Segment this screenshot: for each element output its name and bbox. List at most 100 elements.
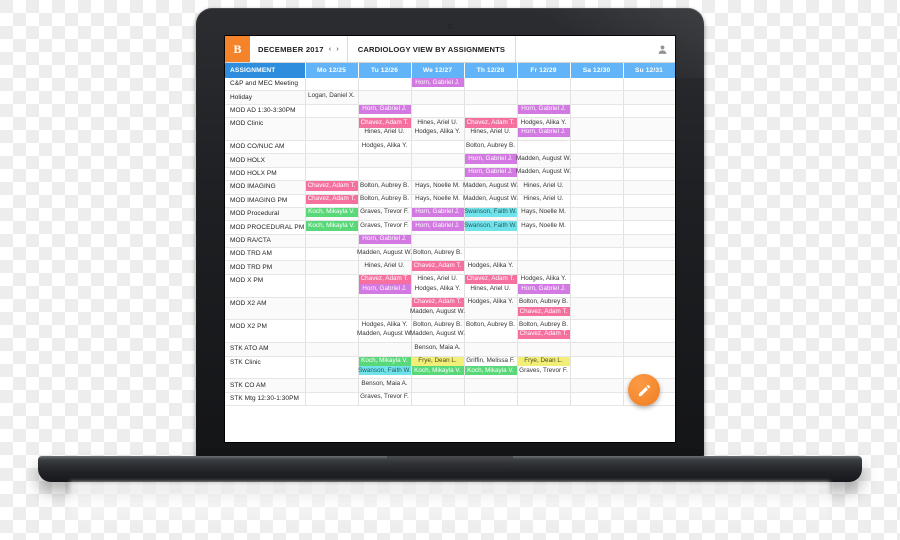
schedule-cell[interactable]: Hines, Ariel U. — [358, 260, 412, 275]
next-month-icon[interactable]: › — [336, 45, 339, 53]
schedule-cell[interactable]: Bolton, Aubrey B. Chavez, Adam T. — [517, 297, 571, 321]
assignment-chip[interactable]: Hays, Noelle M. — [518, 208, 570, 217]
assignment-chip[interactable]: Horn, Gabriel J. — [358, 234, 411, 245]
schedule-cell[interactable]: Chavez, Adam T. Horn, Gabriel J. — [358, 274, 412, 298]
assignment-chip[interactable]: Chavez, Adam T. — [464, 118, 517, 128]
schedule-cell[interactable] — [570, 117, 624, 141]
schedule-cell[interactable] — [305, 234, 359, 249]
assignment-chip[interactable]: Chavez, Adam T. — [411, 297, 464, 308]
schedule-cell[interactable] — [305, 297, 359, 321]
schedule-cell[interactable] — [464, 378, 518, 393]
schedule-cell[interactable] — [411, 90, 465, 105]
schedule-cell[interactable]: Hodges, Alika Y. — [464, 297, 518, 321]
assignment-chip[interactable]: Hines, Ariel U. — [465, 284, 517, 293]
assignment-chip[interactable]: Graves, Trevor F. — [359, 221, 411, 230]
assignment-chip[interactable]: Hodges, Alika Y. — [359, 141, 411, 150]
assignment-chip[interactable]: Hays, Noelle M. — [412, 195, 464, 204]
assignment-chip[interactable]: Madden, August W. — [516, 168, 571, 177]
schedule-cell[interactable]: Horn, Gabriel J. — [358, 234, 412, 249]
schedule-cell[interactable]: Chavez, Adam T. — [305, 180, 359, 195]
schedule-cell[interactable]: Hays, Noelle M. — [411, 194, 465, 208]
assignment-chip[interactable]: Chavez, Adam T. — [358, 274, 411, 285]
assignment-chip[interactable]: Madden, August W. — [463, 195, 518, 204]
schedule-cell[interactable]: Hodges, Alika Y. Horn, Gabriel J. — [517, 117, 571, 141]
schedule-cell[interactable]: Koch, Mikayla V. Swanson, Faith W. — [358, 356, 412, 380]
schedule-cell[interactable] — [305, 247, 359, 262]
assignment-chip[interactable]: Hines, Ariel U. — [359, 128, 411, 137]
schedule-cell[interactable] — [305, 319, 359, 344]
assignment-chip[interactable]: Hodges, Alika Y. — [518, 118, 570, 127]
assignment-chip[interactable]: Bolton, Aubrey B. — [412, 248, 464, 257]
column-header-day[interactable]: Sa 12/30 — [570, 63, 624, 78]
assignment-chip[interactable]: Hines, Ariel U. — [359, 261, 411, 270]
schedule-cell[interactable]: Koch, Mikayla V. — [305, 207, 359, 222]
assignment-chip[interactable]: Bolton, Aubrey B. — [359, 181, 411, 190]
schedule-cell[interactable]: Benson, Maia A. — [358, 378, 412, 393]
assignment-chip[interactable]: Bolton, Aubrey B. — [412, 320, 464, 329]
assignment-chip[interactable]: Hodges, Alika Y. — [412, 284, 464, 293]
schedule-cell[interactable]: Chavez, Adam T. Hines, Ariel U. — [464, 117, 518, 141]
schedule-cell[interactable] — [464, 234, 518, 249]
schedule-cell[interactable] — [517, 234, 571, 249]
schedule-cell[interactable] — [570, 90, 624, 105]
schedule-cell[interactable]: Hodges, Alika Y. Madden, August W. — [357, 319, 412, 344]
column-header-assignment[interactable]: ASSIGNMENT — [225, 63, 306, 78]
schedule-cell[interactable] — [570, 167, 624, 182]
assignment-chip[interactable]: Hines, Ariel U. — [518, 181, 570, 190]
schedule-cell[interactable]: Bolton, Aubrey B. — [358, 194, 412, 208]
schedule-cell[interactable]: Horn, Gabriel J. — [464, 153, 518, 168]
schedule-cell[interactable]: Madden, August W. — [463, 180, 518, 195]
assignment-chip[interactable]: Horn, Gabriel J. — [517, 104, 570, 115]
view-title[interactable]: CARDIOLOGY VIEW BY ASSIGNMENTS — [348, 36, 517, 62]
schedule-cell[interactable] — [570, 140, 624, 155]
schedule-cell[interactable] — [623, 90, 675, 105]
schedule-cell[interactable] — [623, 180, 675, 195]
assignment-chip[interactable]: Hodges, Alika Y. — [359, 320, 411, 329]
schedule-cell[interactable] — [305, 274, 359, 298]
schedule-cell[interactable] — [570, 220, 624, 235]
schedule-cell[interactable] — [358, 90, 412, 105]
schedule-cell[interactable] — [623, 207, 675, 222]
schedule-cell[interactable] — [305, 140, 359, 155]
schedule-cell[interactable]: Hodges, Alika Y. Horn, Gabriel J. — [517, 274, 571, 298]
schedule-cell[interactable]: Bolton, Aubrey B. — [464, 319, 518, 344]
schedule-cell[interactable]: Frye, Dean L. Koch, Mikayla V. — [411, 356, 465, 380]
schedule-cell[interactable]: Horn, Gabriel J. — [411, 207, 465, 222]
schedule-cell[interactable] — [305, 78, 359, 92]
schedule-cell[interactable]: Horn, Gabriel J. — [411, 78, 465, 92]
assignment-chip[interactable]: Hodges, Alika Y. — [465, 261, 517, 270]
schedule-cell[interactable] — [517, 392, 571, 407]
user-icon[interactable] — [649, 36, 675, 62]
schedule-cell[interactable] — [570, 297, 624, 321]
schedule-cell[interactable] — [517, 342, 571, 357]
schedule-cell[interactable]: Swanson, Faith W. — [464, 207, 518, 222]
assignment-chip[interactable]: Frye, Dean L. — [411, 356, 464, 367]
schedule-cell[interactable] — [570, 342, 624, 357]
schedule-cell[interactable]: Horn, Gabriel J. — [411, 220, 465, 235]
schedule-cell[interactable]: Griffin, Melissa F. Koch, Mikayla V. — [464, 356, 518, 380]
schedule-cell[interactable]: Hays, Noelle M. — [411, 180, 465, 195]
assignment-chip[interactable]: Madden, August W. — [357, 330, 412, 339]
schedule-cell[interactable]: Madden, August W. — [463, 194, 518, 208]
schedule-cell[interactable] — [623, 260, 675, 275]
assignment-chip[interactable]: Horn, Gabriel J. — [517, 284, 570, 294]
column-header-day[interactable]: Su 12/31 — [623, 63, 675, 78]
schedule-cell[interactable] — [464, 392, 518, 407]
schedule-cell[interactable] — [570, 356, 624, 380]
assignment-chip[interactable]: Hays, Noelle M. — [518, 221, 570, 230]
edit-fab-button[interactable] — [628, 374, 660, 406]
assignment-chip[interactable]: Hines, Ariel U. — [412, 275, 464, 284]
schedule-cell[interactable] — [623, 342, 675, 357]
schedule-cell[interactable] — [623, 319, 675, 344]
assignment-chip[interactable]: Horn, Gabriel J. — [411, 221, 464, 231]
schedule-cell[interactable]: Benson, Maia A. — [411, 342, 465, 357]
column-header-day[interactable]: Tu 12/26 — [358, 63, 412, 78]
assignment-chip[interactable]: Madden, August W. — [410, 330, 465, 339]
assignment-chip[interactable]: Koch, Mikayla V. — [411, 366, 464, 376]
assignment-chip[interactable]: Madden, August W. — [516, 154, 571, 163]
schedule-cell[interactable] — [305, 260, 359, 275]
schedule-cell[interactable]: Madden, August W. — [516, 167, 571, 182]
schedule-cell[interactable] — [517, 247, 571, 262]
schedule-cell[interactable] — [411, 104, 465, 119]
schedule-cell[interactable] — [305, 378, 359, 393]
